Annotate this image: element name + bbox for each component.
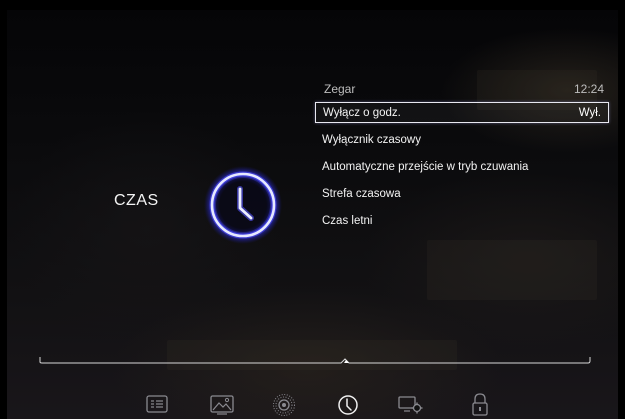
tv-menu-screen: CZAS Zegar 12:24 Wyłącz o godz. Wył. Wył… bbox=[7, 10, 618, 419]
menu-item-auto-standby[interactable]: Automatyczne przejście w tryb czuwania bbox=[315, 156, 609, 177]
background-shelf bbox=[427, 240, 597, 300]
menu-item-label: Wyłącznik czasowy bbox=[322, 133, 421, 146]
menu-item-time-zone[interactable]: Strefa czasowa bbox=[315, 183, 609, 204]
bottom-nav-bar bbox=[7, 391, 618, 419]
channel-list-icon[interactable] bbox=[142, 391, 172, 419]
menu-item-label: Czas letni bbox=[322, 214, 373, 227]
menu-item-label: Wyłącz o godz. bbox=[323, 106, 401, 119]
menu-header-title: Zegar bbox=[324, 82, 356, 96]
clock-icon bbox=[203, 165, 283, 245]
sound-icon[interactable] bbox=[269, 391, 299, 419]
menu-item-value: Wył. bbox=[578, 106, 601, 119]
section-title: CZAS bbox=[114, 192, 159, 209]
clock-readout: 12:24 bbox=[573, 82, 604, 96]
time-icon[interactable] bbox=[333, 391, 363, 419]
menu-item-sleep-at-time[interactable]: Wyłącz o godz. Wył. bbox=[315, 102, 609, 123]
menu-item-label: Strefa czasowa bbox=[322, 187, 401, 200]
settings-icon[interactable] bbox=[396, 391, 426, 419]
menu-divider bbox=[39, 357, 591, 364]
lock-icon[interactable] bbox=[465, 391, 495, 419]
menu-item-label: Automatyczne przejście w tryb czuwania bbox=[322, 160, 529, 173]
time-settings-menu: Zegar 12:24 Wyłącz o godz. Wył. Wyłączni… bbox=[315, 76, 609, 237]
menu-item-daylight-saving[interactable]: Czas letni bbox=[315, 210, 609, 231]
menu-item-sleep-timer[interactable]: Wyłącznik czasowy bbox=[315, 129, 609, 150]
menu-header: Zegar 12:24 bbox=[315, 76, 609, 102]
picture-icon[interactable] bbox=[207, 391, 237, 419]
